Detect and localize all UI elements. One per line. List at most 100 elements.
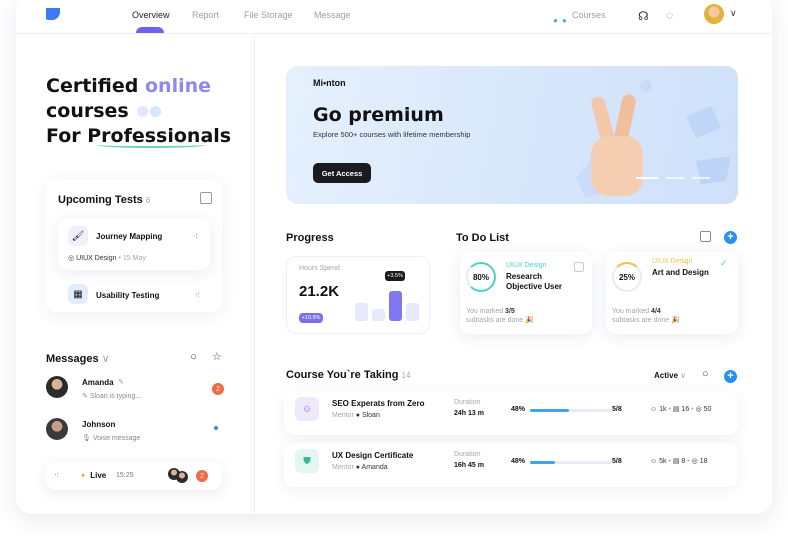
stat-lessons: 8 [681, 458, 686, 465]
brush-icon: 🖌 [68, 226, 88, 246]
nav-divider [16, 33, 772, 34]
avatar[interactable] [46, 418, 68, 440]
mentor-name: Amanda [361, 464, 388, 471]
mentor-label: Mentor [332, 464, 354, 471]
duration-label: Duration [454, 399, 481, 406]
todo-card[interactable]: 80% UIUX Design Research Objective User … [460, 252, 592, 334]
people-icon: ☺ [295, 397, 319, 421]
course-mentor: Mentor ● Sloan [332, 412, 380, 419]
upcoming-title-text: Upcoming Tests [58, 194, 143, 206]
contact-name[interactable]: Amanda [82, 378, 114, 387]
course-chip-icon [137, 106, 149, 117]
avatar[interactable] [704, 4, 724, 24]
todo-card[interactable]: 25% UIUX Design Art and Design ✓ You mar… [606, 252, 738, 334]
bell-icon[interactable]: ◌ [666, 8, 673, 22]
bar-tooltip: +3.5% [385, 271, 405, 281]
course-fraction: 5/8 [612, 406, 622, 413]
add-todo-button[interactable]: + [724, 231, 737, 244]
course-row[interactable]: ⛊ UX Design Certificate Mentor ● Amanda … [284, 443, 738, 487]
chevron-down-icon[interactable]: ∨ [730, 8, 737, 19]
tab-file-storage[interactable]: File Storage [244, 10, 293, 20]
course-progress-fill [530, 409, 570, 412]
stat-students: 5k [659, 458, 667, 465]
courses-dots-icon: ● ● [553, 16, 568, 25]
tab-report[interactable]: Report [192, 10, 219, 20]
nav-courses-link[interactable]: Courses [572, 10, 606, 20]
calendar-icon[interactable] [700, 231, 711, 242]
test-name: Journey Mapping [96, 232, 163, 241]
marked-prefix: You marked [612, 308, 652, 315]
shield-icon: ⛊ [295, 449, 319, 473]
chart-bar [355, 303, 368, 321]
marked-count: 4/4 [651, 308, 661, 315]
live-session-card[interactable]: ⁖ 🔸 Live 15:25 2 [46, 462, 222, 490]
tab-overview[interactable]: Overview [132, 10, 170, 20]
stat-students: 1k [659, 406, 667, 413]
course-progress-bar [530, 461, 612, 464]
brand-name: Mi•nton [313, 78, 346, 88]
taking-count: 14 [401, 371, 411, 380]
headset-icon[interactable]: ☊ [638, 9, 649, 23]
logo-icon [46, 8, 60, 20]
course-percent: 48% [511, 458, 526, 465]
star-icon[interactable]: ☆ [212, 350, 222, 363]
test-date: 15 May [122, 255, 146, 262]
more-icon[interactable]: ⁖ [195, 290, 200, 301]
course-name: UX Design Certificate [332, 451, 414, 460]
avatar[interactable] [46, 376, 68, 398]
voice-status: Voise message [92, 435, 141, 442]
todo-marked: You marked 3/5 [466, 308, 515, 315]
stat-points: 50 [703, 406, 712, 413]
stat-points: 18 [699, 458, 708, 465]
live-text: Live [90, 471, 107, 480]
marked-count: 3/5 [505, 308, 515, 315]
marked-suffix: subtasks are done 🎉 [466, 317, 534, 324]
more-icon[interactable]: ⁖ [54, 470, 59, 481]
duration-value: 16h 45 m [454, 462, 484, 469]
filter-value: Active [654, 371, 679, 380]
taking-title-text: Course You`re Taking [286, 369, 399, 381]
upcoming-tests-title: Upcoming Tests 6 [58, 194, 150, 206]
todo-checkbox[interactable] [574, 262, 584, 272]
chart-bar [372, 309, 385, 321]
checkmark-icon[interactable]: ✓ [720, 258, 730, 268]
test-name[interactable]: Usability Testing [96, 291, 159, 300]
calendar-icon[interactable] [200, 192, 212, 204]
progress-card: Hours Spend 21.2K +10.9% +3.5% [286, 256, 430, 334]
hero-text: Certified [46, 75, 145, 97]
todo-title: To Do List [456, 232, 509, 244]
live-time: 15:25 [116, 472, 134, 479]
message-preview: 🎙 Voise message [82, 435, 141, 442]
course-progress-fill [530, 461, 555, 464]
contact-name[interactable]: Johnson [82, 420, 115, 429]
duration-label: Duration [454, 451, 481, 458]
progress-delta-badge: +10.9% [299, 313, 323, 323]
test-card[interactable]: 🖌 Journey Mapping ⁖ ◎ UIUX Design • 15 M… [58, 218, 210, 270]
search-icon[interactable]: ○ [702, 368, 709, 380]
app-window: Overview Report File Storage Message ● ●… [16, 0, 772, 514]
test-meta: ◎ UIUX Design • 15 May [68, 255, 146, 262]
course-row[interactable]: ☺ SEO Experats from Zero Mentor ● Sloan … [284, 391, 738, 435]
upcoming-count: 6 [145, 196, 151, 205]
tab-message[interactable]: Message [314, 10, 351, 20]
todo-tag: UIUX Design [652, 258, 693, 265]
upcoming-tests-panel: Upcoming Tests 6 🖌 Journey Mapping ⁖ ◎ U… [46, 180, 222, 312]
live-badge: 2 [196, 470, 208, 482]
filter-dropdown[interactable]: Active ∨ [654, 371, 686, 380]
todo-tag: UIUX Design [506, 262, 547, 269]
unread-badge: 2 [212, 383, 224, 395]
pin-icon: ✎ [118, 379, 124, 386]
get-access-button[interactable]: Get Access [313, 163, 371, 183]
course-stats: ☺ 1k • ▤ 16 • ◎ 50 [650, 406, 712, 413]
course-progress-bar [530, 409, 612, 412]
course-stats: ☺ 5k • ▤ 8 • ◎ 18 [650, 458, 708, 465]
chart-bar-active [389, 291, 402, 321]
mentor-name: Sloan [361, 412, 380, 419]
course-fraction: 5/8 [612, 458, 622, 465]
more-icon[interactable]: ⁖ [193, 231, 198, 242]
taking-title: Course You`re Taking 14 [286, 369, 410, 381]
add-course-button[interactable]: + [724, 370, 737, 383]
search-icon[interactable]: ○ [190, 351, 197, 363]
column-divider [254, 34, 255, 514]
todo-title-line: Art and Design [652, 268, 709, 277]
